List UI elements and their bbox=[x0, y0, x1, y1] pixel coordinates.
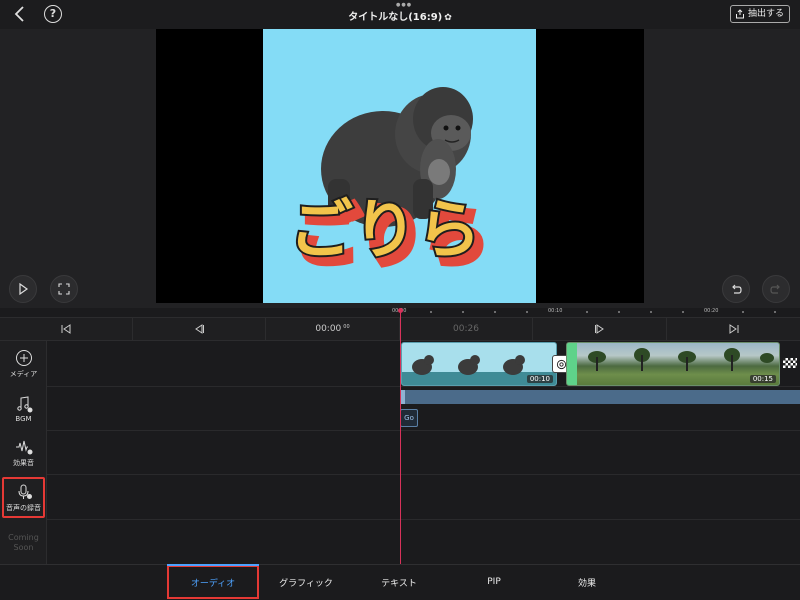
total-time-value: 00:26 bbox=[453, 324, 479, 334]
undo-icon[interactable] bbox=[722, 275, 750, 303]
tab-pip[interactable]: PIP bbox=[450, 565, 538, 599]
clip2-thumbnails bbox=[588, 348, 774, 371]
gear-icon[interactable]: ✿ bbox=[444, 13, 452, 23]
playhead-knob[interactable] bbox=[398, 308, 403, 313]
bottom-tab-bar: オーディオ グラフィック テキスト PIP 効果 bbox=[0, 564, 800, 600]
bgm-chip[interactable]: Go bbox=[400, 409, 418, 427]
jump-start-icon bbox=[61, 324, 71, 334]
play-icon[interactable] bbox=[9, 275, 37, 303]
voice-label: 音声の録音 bbox=[6, 503, 41, 512]
current-frames: 00 bbox=[343, 324, 350, 330]
tab-pip-label: PIP bbox=[487, 577, 501, 587]
tab-audio[interactable]: オーディオ bbox=[167, 565, 259, 599]
redo-icon[interactable] bbox=[762, 275, 790, 303]
clip2-duration: 00:15 bbox=[749, 375, 776, 383]
voice-record-track-label[interactable]: 音声の録音 bbox=[2, 477, 45, 518]
music-note-icon bbox=[16, 396, 32, 413]
current-time-value: 00:00 bbox=[315, 324, 342, 334]
active-tab-indicator bbox=[167, 564, 259, 566]
ruler-label-10: 00:10 bbox=[548, 308, 563, 314]
coming-soon-label: Coming Soon bbox=[8, 533, 39, 552]
bgm-track-label[interactable]: BGM bbox=[0, 389, 47, 429]
ruler-label-20: 00:20 bbox=[704, 308, 719, 314]
jump-end-icon bbox=[729, 324, 738, 334]
next-frame-button[interactable] bbox=[533, 318, 667, 340]
gorilla-illustration: ごりら ごりら bbox=[287, 87, 492, 279]
project-title-text: タイトルなし(16:9) bbox=[348, 12, 443, 23]
tab-effects[interactable]: 効果 bbox=[543, 565, 631, 599]
tab-effects-label: 効果 bbox=[577, 578, 596, 589]
preview-area: ごりら ごりら bbox=[0, 29, 800, 308]
sfx-track-label[interactable]: 効果音 bbox=[0, 433, 47, 473]
prev-frame-button[interactable] bbox=[133, 318, 266, 340]
bgm-chip-label: Go bbox=[404, 414, 414, 422]
jump-end-button[interactable] bbox=[667, 318, 800, 340]
total-time: 00:26 bbox=[400, 318, 533, 340]
export-button[interactable]: 抽出する bbox=[729, 5, 790, 23]
microphone-icon bbox=[18, 484, 32, 499]
tab-text-label: テキスト bbox=[381, 578, 417, 589]
coming-soon-track-label: Coming Soon bbox=[0, 522, 47, 562]
sfx-label: 効果音 bbox=[13, 459, 34, 467]
jump-start-button[interactable] bbox=[0, 318, 133, 340]
preview-frame: ごりら ごりら bbox=[156, 29, 644, 303]
fullscreen-icon[interactable] bbox=[50, 275, 78, 303]
top-bar: ? ●●● タイトルなし(16:9) ✿ 抽出する bbox=[0, 0, 800, 29]
project-title[interactable]: タイトルなし(16:9) ✿ bbox=[0, 8, 800, 23]
export-label: 抽出する bbox=[747, 9, 784, 19]
bgm-label: BGM bbox=[15, 415, 32, 423]
current-time: 00:00 00 bbox=[266, 318, 400, 340]
tab-audio-label: オーディオ bbox=[190, 578, 236, 589]
media-clip-gorilla[interactable]: 00:10 bbox=[401, 342, 557, 386]
playhead[interactable] bbox=[400, 308, 401, 564]
media-clip-field[interactable]: 00:15 bbox=[566, 342, 780, 386]
tab-text[interactable]: テキスト bbox=[355, 565, 443, 599]
media-label: メディア bbox=[9, 370, 38, 378]
tab-graphic-label: グラフィック bbox=[279, 578, 333, 589]
preview-image: ごりら ごりら bbox=[263, 29, 536, 303]
prev-frame-icon bbox=[195, 324, 204, 334]
tab-graphic[interactable]: グラフィック bbox=[262, 565, 350, 599]
clip1-duration: 00:10 bbox=[526, 375, 553, 383]
end-marker-icon bbox=[783, 358, 797, 368]
waveform-icon bbox=[15, 440, 32, 455]
bgm-clip[interactable] bbox=[401, 390, 800, 404]
media-track-label[interactable]: メディア bbox=[0, 343, 47, 385]
title-logo-text: ごりら bbox=[289, 194, 481, 268]
export-icon bbox=[735, 9, 744, 19]
next-frame-icon bbox=[594, 324, 604, 334]
add-media-icon bbox=[15, 350, 32, 366]
